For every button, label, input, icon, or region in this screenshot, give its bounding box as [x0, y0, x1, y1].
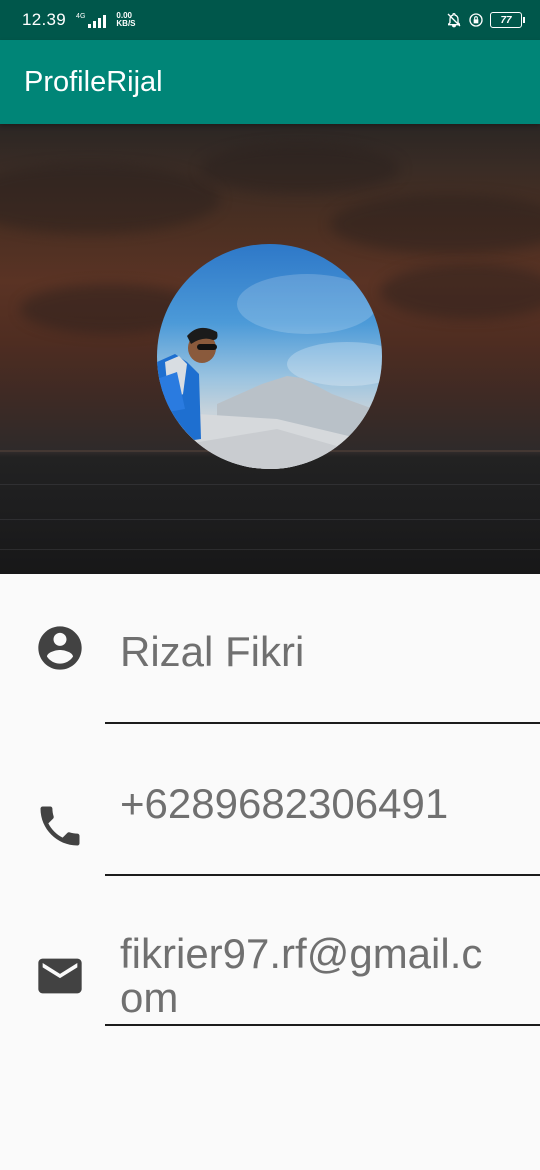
- email-underline: [105, 1024, 540, 1026]
- name-text: Rizal Fikri: [120, 628, 305, 675]
- account-circle-icon: [38, 626, 82, 670]
- header-cloud: [200, 144, 400, 194]
- header-cloud: [0, 164, 220, 234]
- email-text: fikrier97.rf@gmail.com: [120, 930, 483, 1021]
- header-cloud: [380, 264, 540, 319]
- lock-rotation-icon: [468, 12, 484, 28]
- header-cloud: [330, 194, 540, 254]
- bell-off-icon: [446, 12, 462, 28]
- name-underline: [105, 722, 540, 724]
- app-bar: ProfileRijal: [0, 40, 540, 124]
- battery-indicator: 77: [490, 12, 525, 28]
- phone-icon: [40, 806, 80, 846]
- signal-icon: 4G: [76, 12, 107, 28]
- phone-field[interactable]: +6289682306491: [0, 726, 540, 876]
- network-speed-unit: KB/S: [116, 19, 136, 28]
- profile-avatar[interactable]: [157, 244, 382, 469]
- email-field[interactable]: fikrier97.rf@gmail.com: [0, 876, 540, 1028]
- profile-header: [0, 124, 540, 574]
- status-bar: 12.39 4G 0.00 KB/S 77: [0, 0, 540, 40]
- sea-wave: [0, 519, 540, 520]
- status-time: 12.39: [22, 10, 67, 29]
- phone-text: +6289682306491: [120, 780, 449, 827]
- network-speed: 0.00 KB/S: [116, 12, 135, 28]
- network-type: 4G: [76, 12, 86, 20]
- email-icon: [38, 958, 82, 994]
- sea-wave: [0, 549, 540, 550]
- name-field[interactable]: Rizal Fikri: [0, 574, 540, 726]
- avatar-photo: [157, 274, 382, 469]
- app-title: ProfileRijal: [24, 65, 163, 98]
- sea-wave: [0, 484, 540, 485]
- profile-screen: 12.39 4G 0.00 KB/S 77 ProfileRijal Rizal…: [0, 0, 540, 1170]
